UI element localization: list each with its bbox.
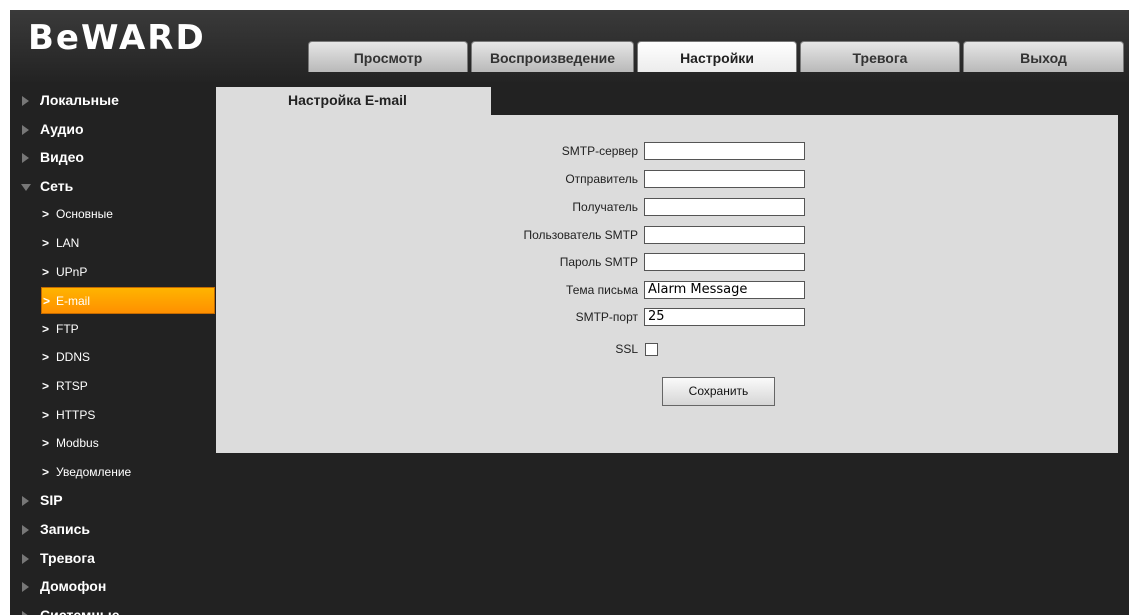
chevron-right-icon: >: [42, 436, 50, 451]
content-tab-email[interactable]: Настройка E-mail: [216, 87, 491, 115]
triangle-right-icon: [22, 582, 29, 593]
triangle-right-icon: [22, 496, 29, 507]
chevron-right-icon: >: [42, 321, 50, 336]
email-settings-panel: SMTP-сервер Отправитель Получатель Пользова…: [216, 115, 1118, 453]
field-label: Отправитель: [565, 172, 638, 186]
sidebar-item-2[interactable]: Видео: [10, 144, 215, 171]
field-label: Пароль SMTP: [559, 255, 638, 269]
chevron-right-icon: >: [42, 207, 50, 222]
sidebar-item-label: Аудио: [40, 120, 84, 137]
sidebar-item-label: Домофон: [40, 578, 107, 595]
triangle-right-icon: [22, 153, 29, 164]
sidebar-item-label: HTTPS: [56, 407, 96, 422]
sidebar-item-11[interactable]: > HTTPS: [10, 402, 215, 429]
sidebar-item-label: E-mail: [56, 294, 91, 309]
sidebar-item-label: Тревога: [40, 549, 95, 566]
chevron-right-icon: >: [42, 407, 50, 422]
chevron-right-icon: >: [43, 294, 51, 309]
triangle-right-icon: [22, 96, 29, 106]
triangle-right-icon: [22, 525, 29, 535]
triangle-down-icon: [21, 183, 31, 191]
tab-1[interactable]: Воспроизведение: [471, 41, 634, 72]
sidebar-item-17[interactable]: Домофон: [10, 573, 215, 600]
ssl-label: SSL: [615, 342, 638, 356]
field-label: Тема письма: [566, 283, 638, 297]
tab-3[interactable]: Тревога: [800, 41, 960, 72]
sidebar-item-label: DDNS: [56, 350, 91, 365]
sidebar-item-15[interactable]: Запись: [10, 516, 215, 543]
sidebar-item-label: FTP: [56, 321, 79, 336]
field-input[interactable]: [644, 253, 805, 271]
sidebar-item-5[interactable]: > LAN: [10, 230, 215, 257]
sidebar-item-label: Системные: [40, 606, 120, 615]
sidebar-item-3[interactable]: Сеть: [10, 173, 215, 200]
chevron-right-icon: >: [42, 379, 50, 393]
sidebar-item-18[interactable]: Системные: [10, 602, 215, 615]
chevron-right-icon: >: [42, 464, 50, 479]
sidebar-item-label: Локальные: [40, 92, 119, 108]
ssl-checkbox[interactable]: [645, 343, 658, 356]
chevron-right-icon: >: [42, 236, 50, 250]
sidebar-item-label: Сеть: [40, 177, 74, 194]
sidebar-item-1[interactable]: Аудио: [10, 116, 215, 143]
sidebar-item-12[interactable]: > Modbus: [10, 430, 215, 457]
sidebar-item-label: Modbus: [56, 436, 99, 451]
sidebar-item-label: Запись: [40, 521, 91, 537]
header: BeWARD Просмотр Воспроизведение Настройки Т…: [10, 10, 1129, 82]
field-input[interactable]: 25: [644, 308, 805, 326]
field-input[interactable]: [644, 198, 805, 216]
sidebar-item-label: UPnP: [56, 264, 88, 279]
sidebar-item-label: RTSP: [56, 379, 88, 393]
field-input[interactable]: [644, 226, 805, 244]
sidebar-item-label: LAN: [56, 236, 80, 250]
app-frame: BeWARD Просмотр Воспроизведение Настройки Т…: [10, 10, 1129, 615]
chevron-right-icon: >: [42, 264, 50, 279]
sidebar-item-label: SIP: [40, 492, 63, 509]
triangle-right-icon: [22, 610, 29, 615]
sidebar-item-label: Уведомление: [56, 464, 132, 479]
sidebar-item-4[interactable]: > Основные: [10, 201, 215, 228]
sidebar-item-16[interactable]: Тревога: [10, 545, 215, 572]
sidebar-item-label: Видео: [40, 149, 84, 166]
field-input[interactable]: [644, 142, 805, 160]
sidebar-item-label: Основные: [56, 207, 113, 222]
save-button[interactable]: Сохранить: [662, 377, 775, 406]
triangle-right-icon: [22, 553, 29, 564]
tab-0[interactable]: Просмотр: [308, 41, 468, 72]
tab-4[interactable]: Выход: [963, 41, 1124, 72]
brand-logo: BeWARD: [28, 18, 206, 58]
sidebar-item-7[interactable]: > E-mail: [41, 287, 215, 315]
field-input[interactable]: Alarm Message: [644, 281, 805, 299]
chevron-right-icon: >: [42, 350, 50, 365]
field-input[interactable]: [644, 170, 805, 188]
field-label: SMTP-порт: [575, 310, 638, 324]
content-tab-title: Настройка E-mail: [288, 92, 407, 108]
sidebar-item-10[interactable]: > RTSP: [10, 373, 215, 400]
sidebar-item-13[interactable]: > Уведомление: [10, 459, 215, 486]
triangle-right-icon: [22, 124, 29, 135]
sidebar-item-6[interactable]: > UPnP: [10, 259, 215, 286]
sidebar-item-8[interactable]: > FTP: [10, 316, 215, 343]
tab-2[interactable]: Настройки: [637, 41, 797, 72]
field-label: SMTP-сервер: [561, 144, 638, 158]
sidebar-item-14[interactable]: SIP: [10, 487, 215, 514]
sidebar-item-0[interactable]: Локальные: [10, 87, 215, 114]
sidebar-item-9[interactable]: > DDNS: [10, 344, 215, 371]
field-label: Получатель: [572, 200, 638, 214]
field-label: Пользователь SMTP: [523, 228, 638, 242]
